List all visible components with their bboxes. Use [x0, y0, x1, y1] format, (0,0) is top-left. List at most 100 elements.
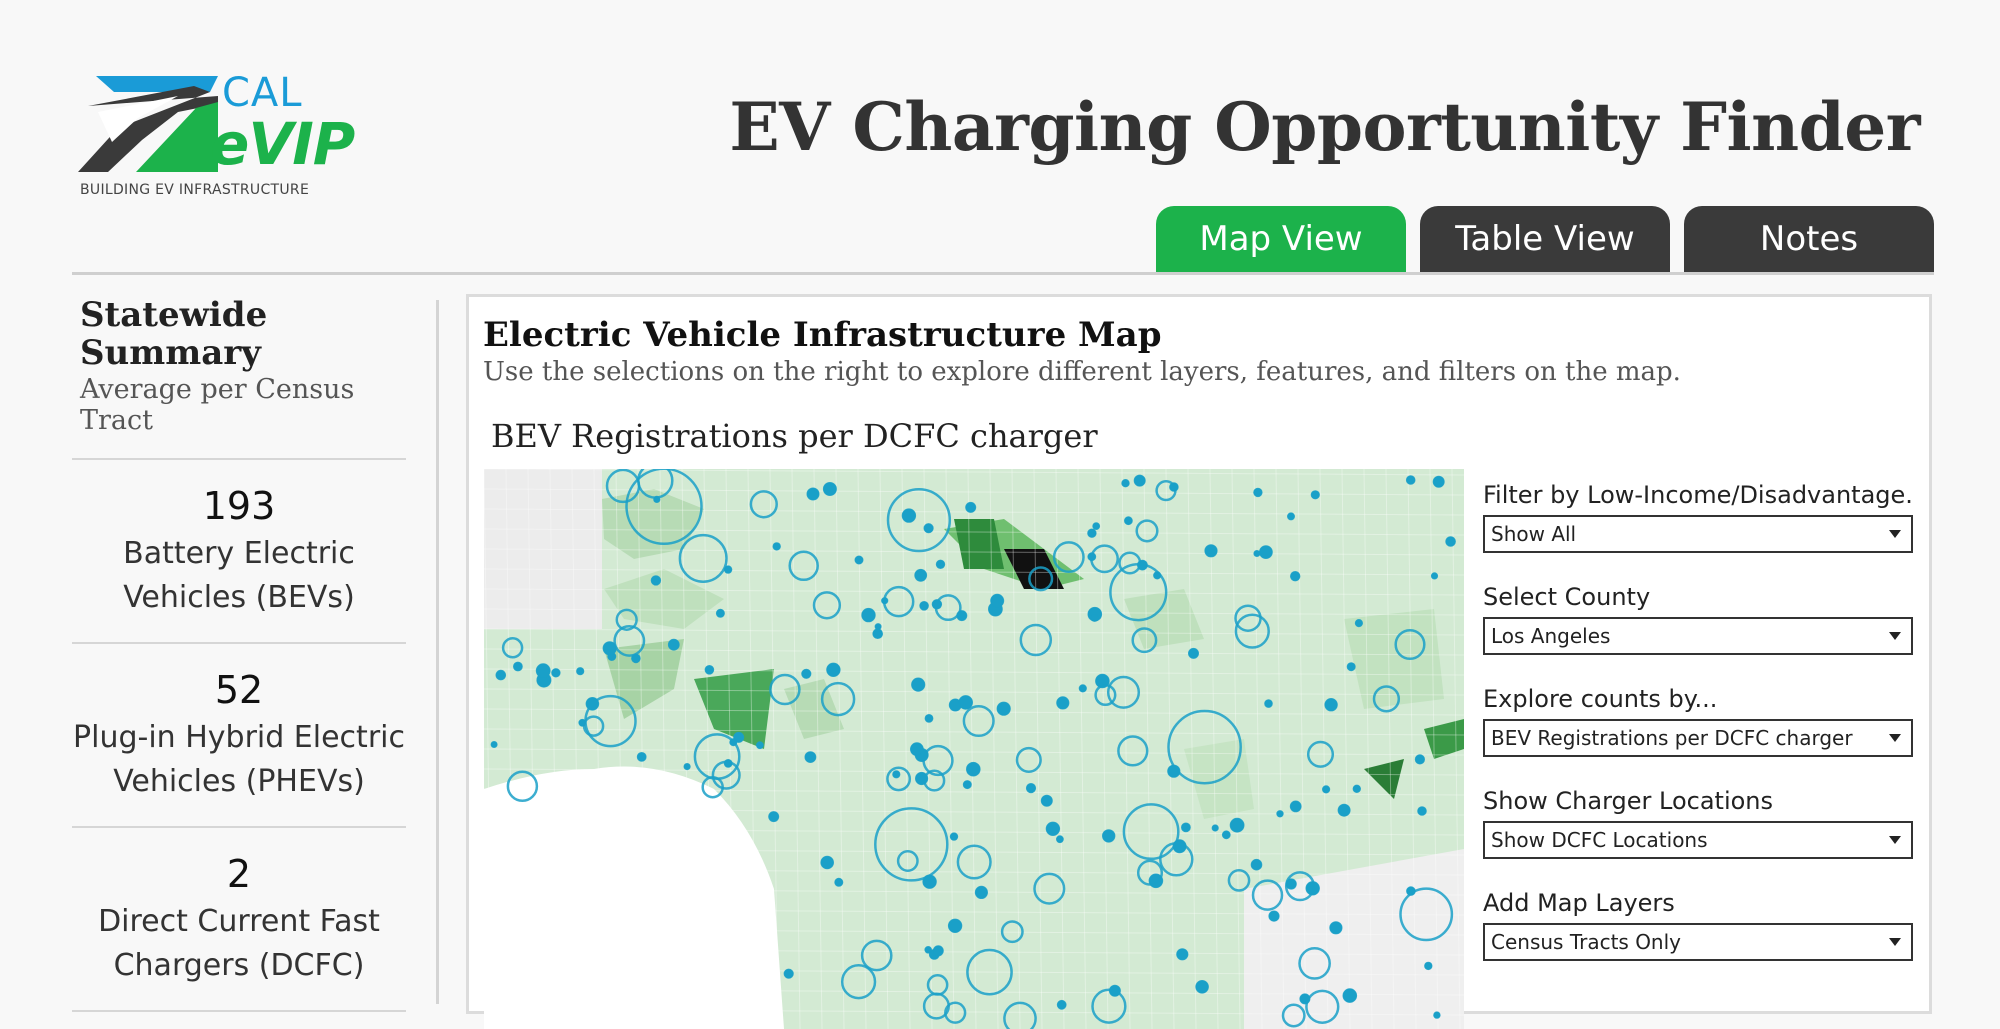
charger-marker[interactable]: [924, 714, 934, 723]
charger-marker[interactable]: [1329, 921, 1343, 935]
charger-marker[interactable]: [1405, 475, 1416, 485]
charger-marker[interactable]: [650, 575, 662, 586]
cal-evip-logo[interactable]: CAL eVIP BUILDING EV INFRASTRUCTURE: [78, 70, 358, 202]
charger-marker[interactable]: [932, 945, 944, 957]
charger-marker[interactable]: [490, 741, 498, 748]
charger-marker[interactable]: [1299, 993, 1311, 1005]
charger-marker[interactable]: [923, 523, 934, 534]
charger-marker[interactable]: [872, 628, 884, 639]
charger-marker[interactable]: [1354, 619, 1364, 628]
map-canvas[interactable]: [484, 469, 1464, 1029]
charger-marker[interactable]: [947, 918, 963, 933]
charger-marker[interactable]: [949, 832, 959, 841]
charger-marker[interactable]: [756, 741, 764, 750]
charger-marker[interactable]: [1324, 698, 1338, 712]
charger-marker[interactable]: [892, 770, 901, 779]
charger-marker[interactable]: [820, 855, 835, 870]
charger-marker[interactable]: [1322, 785, 1331, 794]
charger-marker[interactable]: [1406, 886, 1416, 896]
charger-marker[interactable]: [1253, 487, 1263, 498]
charger-marker[interactable]: [1259, 545, 1273, 559]
tab-map-view[interactable]: Map View: [1156, 206, 1406, 272]
charger-marker[interactable]: [874, 623, 882, 631]
charger-marker[interactable]: [1211, 824, 1219, 832]
charger-marker[interactable]: [854, 555, 864, 565]
charger-marker[interactable]: [1172, 839, 1187, 854]
charger-marker[interactable]: [1287, 512, 1295, 521]
county-select[interactable]: Los Angeles: [1483, 617, 1913, 655]
charger-marker[interactable]: [704, 665, 715, 675]
map-layers-select[interactable]: Census Tracts Only: [1483, 923, 1913, 961]
charger-marker[interactable]: [768, 811, 780, 823]
charger-marker[interactable]: [551, 668, 561, 678]
charger-marker[interactable]: [1290, 571, 1301, 582]
charger-marker[interactable]: [1264, 699, 1273, 708]
charger-marker[interactable]: [772, 542, 781, 551]
charger-marker[interactable]: [513, 661, 523, 672]
charger-marker[interactable]: [806, 487, 820, 501]
charger-marker[interactable]: [804, 751, 817, 764]
charger-marker[interactable]: [1181, 822, 1191, 833]
charger-marker[interactable]: [667, 638, 680, 651]
charger-marker[interactable]: [1253, 550, 1261, 557]
charger-marker[interactable]: [576, 667, 585, 676]
charger-marker[interactable]: [1430, 572, 1439, 580]
charger-marker[interactable]: [1025, 783, 1037, 794]
charger-marker[interactable]: [636, 752, 647, 762]
charger-marker[interactable]: [1250, 858, 1263, 871]
charger-marker[interactable]: [965, 501, 977, 513]
charger-marker[interactable]: [956, 610, 968, 622]
charger-marker[interactable]: [962, 780, 972, 790]
charger-marker[interactable]: [1195, 980, 1209, 994]
charger-marker[interactable]: [1268, 910, 1280, 922]
charger-marker[interactable]: [924, 946, 933, 954]
charger-marker[interactable]: [1045, 821, 1061, 836]
charger-marker[interactable]: [958, 695, 974, 710]
charger-marker[interactable]: [1276, 810, 1284, 818]
charger-marker[interactable]: [1424, 961, 1433, 971]
charger-marker[interactable]: [535, 663, 551, 679]
charger-marker[interactable]: [1188, 647, 1199, 659]
charger-marker[interactable]: [935, 559, 946, 570]
charger-marker[interactable]: [1056, 696, 1070, 710]
charger-marker[interactable]: [901, 508, 917, 523]
charger-marker[interactable]: [1087, 552, 1097, 562]
charger-marker[interactable]: [1040, 794, 1053, 807]
charger-marker[interactable]: [1056, 999, 1067, 1010]
charger-marker[interactable]: [915, 771, 929, 786]
charger-marker[interactable]: [911, 677, 926, 692]
charger-marker[interactable]: [996, 701, 1011, 716]
charger-marker[interactable]: [1108, 984, 1121, 997]
charger-marker[interactable]: [1289, 800, 1302, 813]
charger-marker[interactable]: [1433, 1011, 1441, 1019]
charger-marker[interactable]: [834, 877, 844, 887]
charger-marker[interactable]: [1176, 948, 1189, 961]
charger-marker[interactable]: [1124, 516, 1133, 526]
charger-marker[interactable]: [1221, 830, 1231, 840]
charger-marker[interactable]: [910, 742, 924, 757]
charger-marker[interactable]: [1092, 522, 1101, 530]
charger-marker[interactable]: [783, 968, 794, 979]
charger-marker[interactable]: [1121, 479, 1130, 488]
charger-marker[interactable]: [1432, 475, 1445, 488]
low-income-filter-select[interactable]: Show All: [1483, 515, 1913, 553]
charger-marker[interactable]: [578, 718, 587, 727]
charger-marker[interactable]: [495, 669, 507, 681]
charger-marker[interactable]: [1090, 613, 1099, 622]
charger-marker[interactable]: [1087, 528, 1097, 538]
charger-marker[interactable]: [919, 601, 929, 611]
explore-counts-select[interactable]: BEV Registrations per DCFC charger: [1483, 719, 1913, 757]
charger-marker[interactable]: [1078, 684, 1087, 693]
charger-marker[interactable]: [1342, 988, 1358, 1003]
charger-marker[interactable]: [966, 761, 981, 777]
charger-locations-select[interactable]: Show DCFC Locations: [1483, 821, 1913, 859]
charger-marker[interactable]: [683, 763, 691, 771]
charger-marker[interactable]: [1417, 806, 1427, 816]
charger-marker[interactable]: [1133, 474, 1146, 487]
tab-notes[interactable]: Notes: [1684, 206, 1934, 272]
charger-marker[interactable]: [1204, 544, 1218, 558]
charger-marker[interactable]: [1445, 536, 1456, 547]
charger-marker[interactable]: [822, 482, 837, 496]
charger-marker[interactable]: [826, 662, 841, 678]
charger-marker[interactable]: [585, 697, 600, 711]
